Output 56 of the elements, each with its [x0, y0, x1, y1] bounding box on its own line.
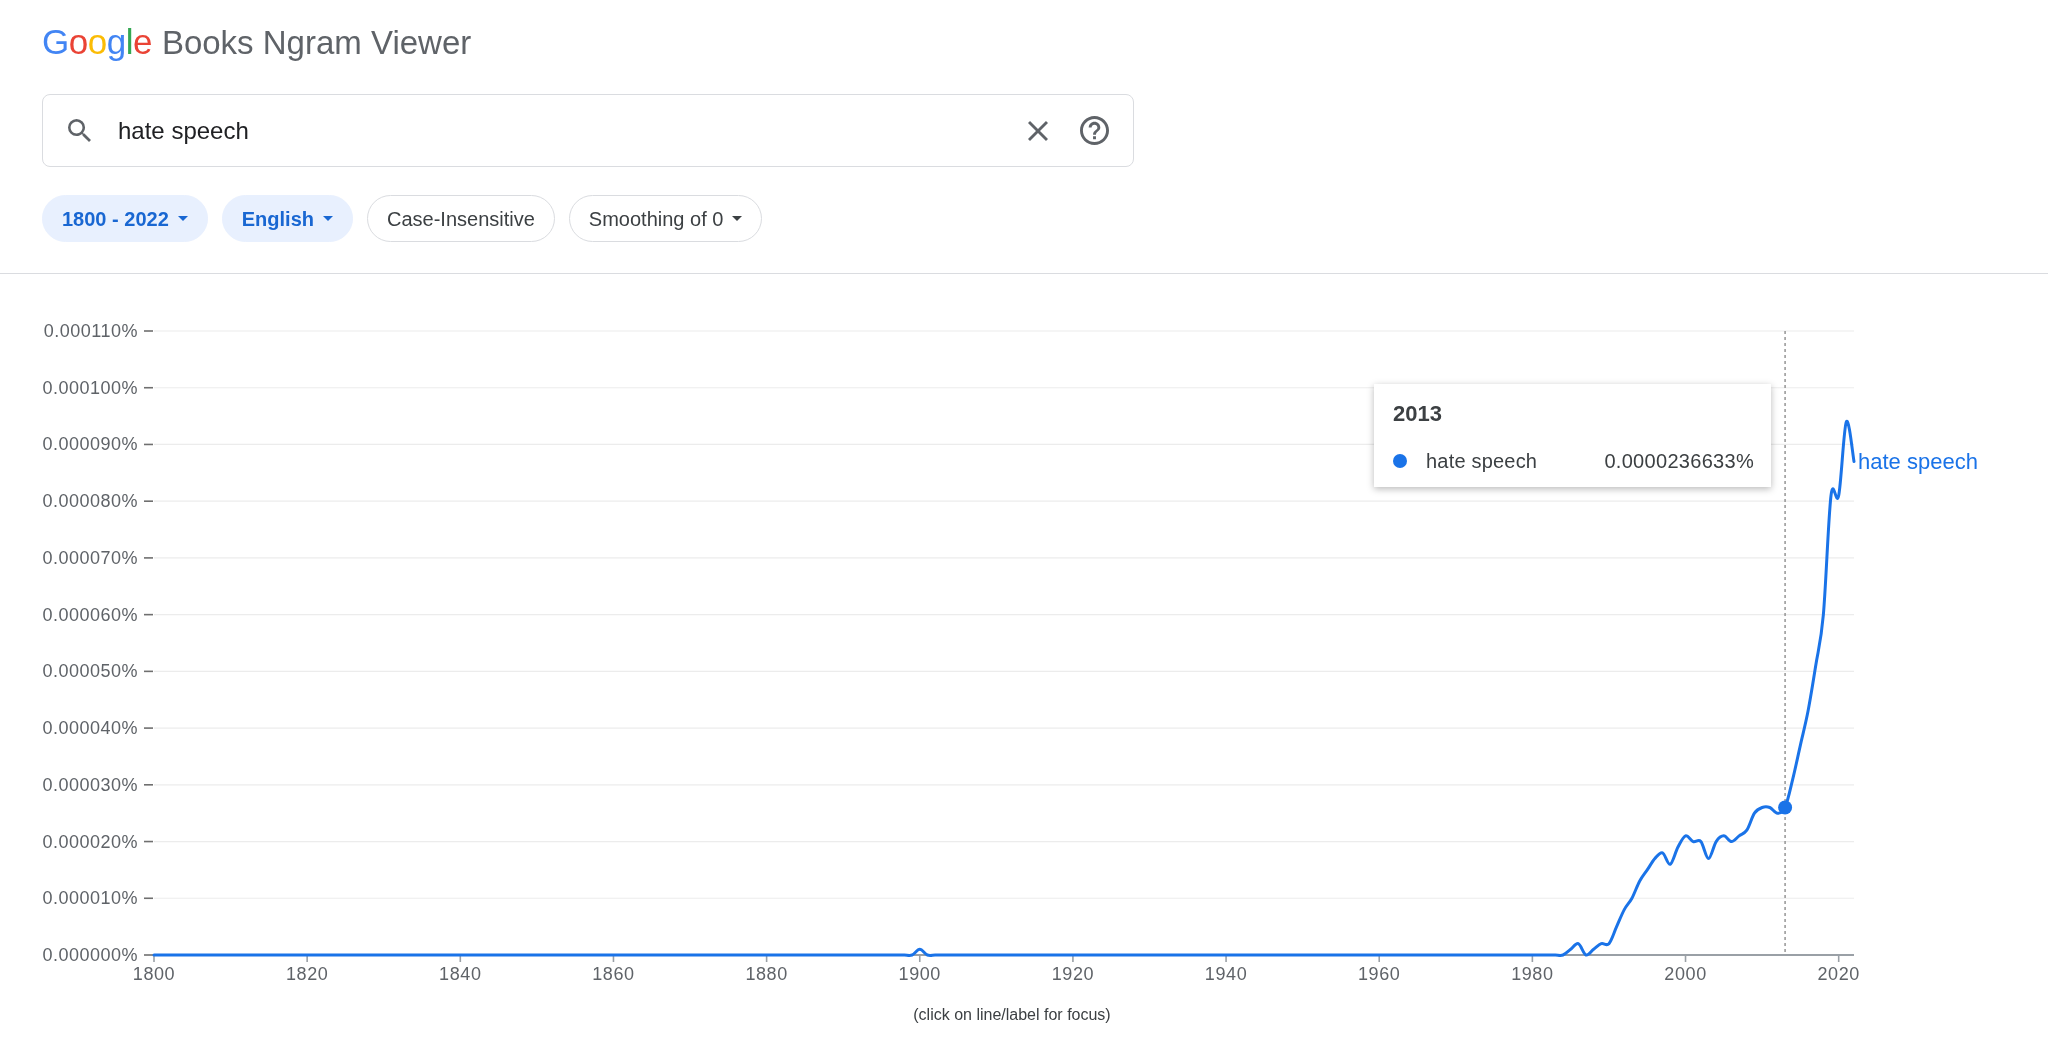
x-tick-label: 1840	[439, 964, 482, 984]
filter-chip[interactable]: English	[221, 195, 353, 242]
search-icon[interactable]	[68, 119, 91, 142]
x-tick-label: 1880	[745, 964, 788, 984]
tooltip-year: 2013	[1393, 401, 1442, 427]
y-tick-label: 0.000070%	[42, 547, 138, 568]
y-tick-label: 0.000000%	[42, 945, 138, 965]
y-tick-label: 0.000060%	[42, 604, 138, 625]
filter-chip[interactable]: Case-Insensitive	[367, 195, 555, 242]
tick-mark	[143, 386, 154, 389]
series-label[interactable]: hate speech	[1858, 448, 1978, 474]
caret-icon	[323, 216, 333, 221]
tooltip-series-name: hate speech	[1426, 449, 1538, 473]
y-tick-label: 0.000080%	[42, 491, 138, 512]
y-tick-label: 0.000030%	[42, 774, 138, 795]
x-tick-label: 1920	[1051, 964, 1095, 984]
y-tick-label: 0.000050%	[42, 661, 138, 682]
y-tick-label: 0.000010%	[42, 888, 138, 909]
tooltip-value: 0.0000236633%	[1604, 449, 1754, 473]
chart-caption: (click on line/label for focus)	[913, 1005, 1111, 1025]
tick-mark	[143, 613, 154, 616]
google-logo[interactable]: Google	[42, 18, 152, 66]
tick-mark	[143, 954, 154, 956]
y-tick-label: 0.000020%	[42, 831, 138, 852]
tick-mark	[143, 840, 154, 843]
tick-mark	[143, 557, 154, 559]
y-tick-label: 0.000100%	[42, 377, 138, 398]
tick-mark	[143, 330, 154, 332]
tick-mark	[143, 670, 154, 673]
tick-mark	[143, 727, 154, 729]
y-tick-label: 0.000110%	[43, 321, 138, 341]
x-tick-label: 1860	[592, 964, 635, 984]
tick-mark	[143, 500, 154, 502]
tick-mark	[143, 784, 154, 786]
tick-mark	[143, 897, 154, 900]
x-tick-label: 1800	[132, 964, 176, 984]
help-icon[interactable]	[1080, 116, 1109, 145]
x-tick-label: 1820	[285, 964, 329, 984]
x-tick-label: 2000	[1664, 964, 1707, 984]
x-tick-label: 1960	[1358, 964, 1401, 984]
x-tick-label: 1900	[898, 964, 941, 984]
search-input[interactable]: hate speech	[118, 113, 1028, 148]
x-tick-label: 2020	[1817, 964, 1860, 984]
x-tick-label: 1980	[1511, 964, 1554, 984]
caret-icon	[732, 216, 743, 221]
y-tick-label: 0.000040%	[42, 718, 138, 739]
caret-icon	[177, 216, 188, 221]
close-icon[interactable]	[1028, 120, 1048, 141]
product-title: Books Ngram Viewer	[161, 23, 472, 63]
search-bar[interactable]: hate speech	[42, 94, 1134, 167]
tick-mark	[143, 443, 154, 446]
y-tick-label: 0.000090%	[42, 434, 138, 455]
filter-chip[interactable]: 1800 - 2022	[42, 195, 208, 242]
filter-chip[interactable]: Smoothing of 0	[568, 195, 763, 242]
focus-point	[1778, 800, 1793, 815]
x-tick-label: 1940	[1204, 964, 1248, 984]
